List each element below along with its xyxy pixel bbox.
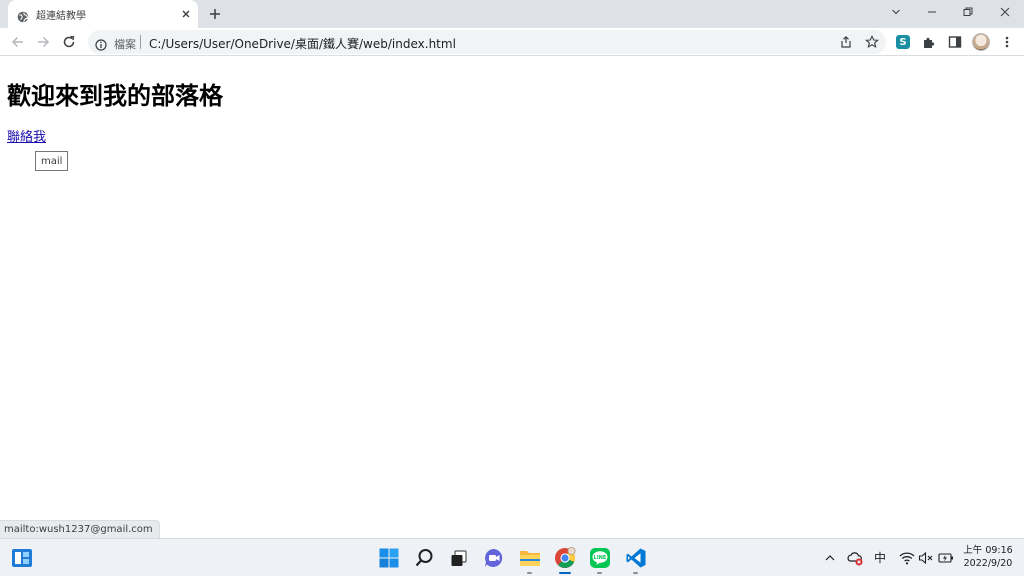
system-clock[interactable]: 上午 09:16 2022/9/20: [960, 544, 1016, 570]
chevron-up-icon[interactable]: [822, 550, 838, 566]
vscode-icon[interactable]: [624, 546, 648, 574]
scheme-label: 檔案: [114, 38, 136, 51]
wifi-icon[interactable]: [899, 550, 915, 566]
puzzle-icon[interactable]: [921, 34, 937, 50]
arrow-left-icon[interactable]: [8, 32, 28, 52]
task-view-icon[interactable]: [447, 546, 471, 570]
running-indicator: [633, 572, 638, 574]
browser-toolbar: 檔案 C:/Users/User/OneDrive/桌面/鐵人賽/web/ind…: [0, 28, 1024, 56]
line-icon-label: LINE: [594, 555, 607, 561]
close-icon[interactable]: [178, 6, 194, 22]
share-icon[interactable]: [839, 35, 853, 49]
side-panel-icon[interactable]: [947, 34, 963, 50]
active-indicator: [559, 572, 571, 574]
info-icon[interactable]: [95, 36, 107, 51]
file-explorer-icon[interactable]: [518, 546, 542, 574]
start-icon[interactable]: [377, 546, 401, 570]
tab-title: 超連結教學: [36, 11, 86, 22]
window-close-icon[interactable]: [993, 2, 1017, 22]
omnibox-divider: [140, 35, 141, 49]
speaker-muted-icon[interactable]: [918, 550, 934, 566]
battery-icon[interactable]: [938, 550, 954, 566]
page-heading: 歡迎來到我的部落格: [7, 82, 223, 110]
profile-avatar[interactable]: [972, 33, 990, 51]
globe-icon: [17, 8, 29, 23]
ime-indicator[interactable]: 中: [874, 549, 886, 566]
star-icon[interactable]: [865, 35, 879, 49]
more-vertical-icon[interactable]: [999, 34, 1015, 50]
reload-icon[interactable]: [59, 32, 79, 52]
s-extension-icon[interactable]: S: [896, 35, 910, 49]
teams-chat-icon[interactable]: [482, 546, 506, 570]
status-bubble: mailto:wush1237@gmail.com: [0, 520, 160, 538]
onedrive-error-icon[interactable]: [847, 550, 863, 566]
url-text[interactable]: C:/Users/User/OneDrive/桌面/鐵人賽/web/index.…: [149, 35, 456, 52]
running-indicator: [527, 572, 532, 574]
line-icon[interactable]: LINE: [588, 546, 612, 574]
chevron-down-icon[interactable]: [884, 2, 908, 22]
minimize-icon[interactable]: [920, 2, 944, 22]
clock-time: 上午 09:16: [963, 545, 1013, 556]
link-tooltip: mail: [35, 151, 69, 171]
clock-date: 2022/9/20: [963, 558, 1013, 569]
tab-active[interactable]: 超連結教學: [8, 0, 198, 28]
running-indicator: [597, 572, 602, 574]
restore-icon[interactable]: [956, 2, 980, 22]
search-icon[interactable]: [412, 546, 436, 570]
widgets-icon[interactable]: [10, 546, 34, 570]
arrow-right-icon[interactable]: [33, 32, 53, 52]
contact-link[interactable]: 聯絡我: [7, 126, 46, 145]
chrome-icon[interactable]: [553, 546, 577, 574]
tab-strip: 超連結教學: [0, 0, 1024, 28]
plus-icon[interactable]: [206, 5, 224, 23]
taskbar: LINE 中 上午 09:16 2022/9/20: [0, 538, 1024, 576]
address-bar[interactable]: 檔案 C:/Users/User/OneDrive/桌面/鐵人賽/web/ind…: [88, 30, 886, 54]
page-viewport: 歡迎來到我的部落格 聯絡我 mail: [0, 57, 1024, 538]
